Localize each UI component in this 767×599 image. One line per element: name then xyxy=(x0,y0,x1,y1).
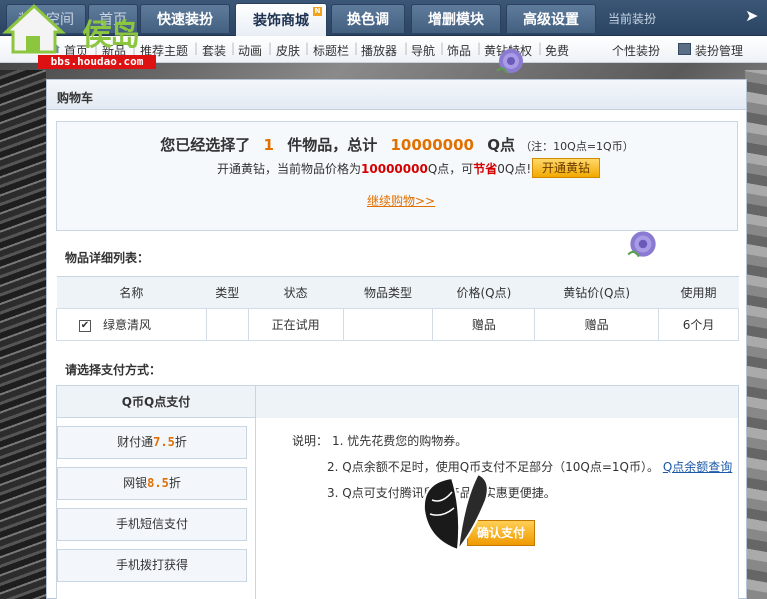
subnav-titlebar[interactable]: 标题栏 xyxy=(313,42,349,59)
item-checkbox[interactable]: ✔ xyxy=(79,319,91,332)
panel-title: 购物车 xyxy=(47,80,746,110)
rose-decoration-icon xyxy=(496,49,523,74)
subnav-divider: | xyxy=(538,41,543,55)
new-badge-icon: N xyxy=(313,7,322,16)
continue-shopping-link[interactable]: 继续购物>> xyxy=(367,192,435,209)
pay-option-phone-call[interactable]: 手机拨打获得 xyxy=(57,549,247,582)
current-dress-label[interactable]: 当前装扮 xyxy=(608,10,656,27)
col-name: 名称 xyxy=(56,276,207,309)
subnav-free[interactable]: 免费 xyxy=(545,42,569,59)
subnav-suit[interactable]: 套装 xyxy=(202,42,226,59)
subnav-divider: | xyxy=(404,41,409,55)
tab-modules[interactable]: 增删模块 xyxy=(411,4,501,33)
logo-house-icon xyxy=(2,3,66,54)
shopping-cart-panel: 购物车 您已经选择了 1 件物品，总计 10000000 Q点 （注：10Q点=… xyxy=(46,79,747,599)
pay-head-fill xyxy=(256,386,738,418)
pay-option-tenpay[interactable]: 财付通7.5折 xyxy=(57,426,247,459)
items-table: 名称 类型 状态 物品类型 价格(Q点) 黄钻价(Q点) 使用期 ✔ 绿意清风 正… xyxy=(56,276,739,341)
subnav-divider: | xyxy=(268,41,273,55)
logo-url: bbs.houdao.com xyxy=(38,55,156,69)
summary-headline: 您已经选择了 1 件物品，总计 10000000 Q点 （注：10Q点=1Q币） xyxy=(160,136,634,154)
pay-tab-qcoin[interactable]: Q币Q点支付 xyxy=(57,386,256,418)
subnav-manage[interactable]: 装扮管理 xyxy=(695,42,743,59)
tab-mall[interactable]: 装饰商城 N xyxy=(235,3,327,36)
back-arrow-icon[interactable]: ➤ xyxy=(745,6,758,25)
col-type: 类型 xyxy=(206,276,249,309)
cell-vip-price: 赠品 xyxy=(534,308,660,341)
subnav-ornament[interactable]: 饰品 xyxy=(447,42,471,59)
pay-option-sms[interactable]: 手机短信支付 xyxy=(57,508,247,541)
vip-price-note: 开通黄钻，当前物品价格为10000000Q点，可节省0Q点! xyxy=(217,162,532,176)
cell-item-type xyxy=(342,308,434,341)
tab-recolor[interactable]: 换色调 xyxy=(331,4,405,33)
subnav-divider: | xyxy=(194,41,199,55)
subnav-player[interactable]: 播放器 xyxy=(361,42,397,59)
subnav-divider: | xyxy=(477,41,482,55)
subnav-skin[interactable]: 皮肤 xyxy=(276,42,300,59)
detail-list-label: 物品详细列表： xyxy=(65,251,150,265)
logo-text: 侯岛 xyxy=(82,18,140,53)
payment-box: Q币Q点支付 财付通7.5折 网银8.5折 手机短信支付 手机拨打获得 说明： 1… xyxy=(56,385,739,599)
cart-summary: 您已经选择了 1 件物品，总计 10000000 Q点 （注：10Q点=1Q币）… xyxy=(56,121,738,231)
cell-price: 赠品 xyxy=(432,308,536,341)
subnav-anim[interactable]: 动画 xyxy=(238,42,262,59)
background-left xyxy=(0,70,46,599)
subnav-divider: | xyxy=(305,41,310,55)
table-row: ✔ 绿意清风 正在试用 赠品 赠品 6个月 xyxy=(56,308,739,341)
subnav-personal[interactable]: 个性装扮 xyxy=(612,42,660,59)
subnav-divider: | xyxy=(440,41,445,55)
table-header-row: 名称 类型 状态 物品类型 价格(Q点) 黄钻价(Q点) 使用期 xyxy=(56,276,739,309)
cell-name: ✔ 绿意清风 xyxy=(56,308,207,341)
qpoint-balance-link[interactable]: Q点余额查询 xyxy=(663,460,732,474)
cell-type xyxy=(205,308,249,341)
rose-decoration-icon xyxy=(627,231,656,258)
pay-divider xyxy=(255,418,256,599)
col-status: 状态 xyxy=(248,276,344,309)
payment-label: 请选择支付方式： xyxy=(65,363,162,377)
subnav-divider: | xyxy=(354,41,359,55)
manage-icon xyxy=(678,43,691,55)
col-vip-price: 黄钻价(Q点) xyxy=(534,276,659,309)
cell-period: 6个月 xyxy=(658,308,739,341)
col-item-type: 物品类型 xyxy=(343,276,433,309)
pay-desc-line1: 说明： 1. 忧先花费您的购物券。 xyxy=(292,434,468,448)
cell-status: 正在试用 xyxy=(247,308,344,341)
subnav-nav[interactable]: 导航 xyxy=(411,42,435,59)
subnav-divider: | xyxy=(231,41,236,55)
open-vip-button[interactable]: 开通黄钻 xyxy=(532,158,600,178)
background-right xyxy=(745,70,767,599)
col-period: 使用期 xyxy=(658,276,739,309)
col-price: 价格(Q点) xyxy=(432,276,535,309)
butterfly-decoration-icon xyxy=(422,472,489,554)
watermark-logo: 侯岛 bbs.houdao.com xyxy=(0,0,158,70)
tab-advanced[interactable]: 高级设置 xyxy=(506,4,596,33)
pay-desc-line2: 2. Q点余额不足时，使用Q币支付不足部分（10Q点=1Q币）。 Q点余额查询 xyxy=(327,460,733,474)
pay-option-bank[interactable]: 网银8.5折 xyxy=(57,467,247,500)
